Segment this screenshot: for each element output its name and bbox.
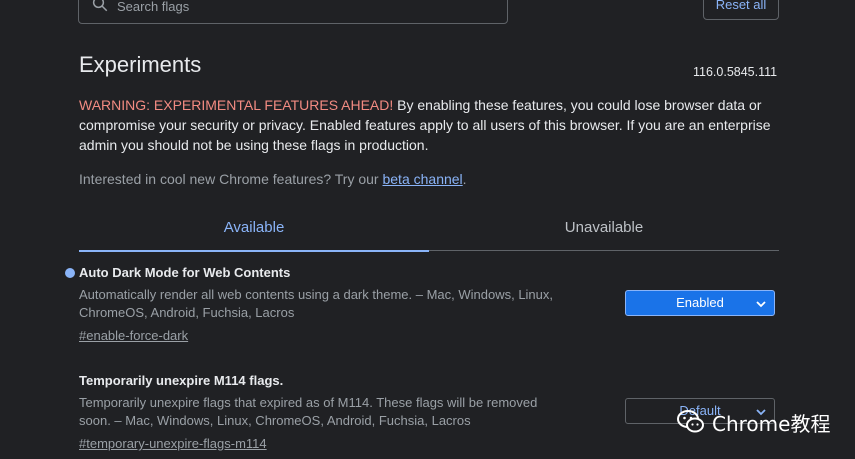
- beta-promo-suffix: .: [462, 171, 467, 187]
- experiment-description: Automatically render all web contents us…: [79, 287, 554, 320]
- select-value: Enabled: [676, 295, 724, 310]
- beta-promo-text: Interested in cool new Chrome features? …: [79, 171, 383, 187]
- version-label: 116.0.5845.111: [693, 65, 778, 79]
- search-icon: [92, 0, 108, 12]
- experiment-select[interactable]: Enabled: [625, 290, 775, 316]
- modified-indicator: [65, 268, 75, 278]
- tab-bar: Available Unavailable: [79, 205, 779, 252]
- reset-all-button[interactable]: Reset all: [703, 0, 779, 20]
- warning-prefix: WARNING: EXPERIMENTAL FEATURES AHEAD!: [79, 97, 394, 113]
- watermark: Chrome教程: [676, 402, 830, 442]
- search-placeholder: Search flags: [117, 0, 190, 14]
- experiment-name: Auto Dark Mode for Web Contents: [79, 265, 291, 280]
- beta-channel-link[interactable]: beta channel: [382, 171, 462, 187]
- experiment-name: Temporarily unexpire M114 flags.: [79, 373, 284, 388]
- experiment-hash-link[interactable]: #temporary-unexpire-flags-m114: [79, 436, 779, 451]
- flags-page: Search flags Reset all Experiments 116.0…: [0, 0, 855, 459]
- chevron-down-icon: [756, 301, 766, 308]
- tab-unavailable[interactable]: Unavailable: [429, 205, 779, 250]
- tab-available[interactable]: Available: [79, 205, 429, 252]
- watermark-text: Chrome教程: [712, 411, 831, 436]
- warning-message: WARNING: EXPERIMENTAL FEATURES AHEAD! By…: [79, 95, 779, 155]
- beta-promo: Interested in cool new Chrome features? …: [79, 171, 467, 187]
- page-title: Experiments: [79, 52, 202, 77]
- search-input[interactable]: Search flags: [78, 0, 508, 24]
- experiment-description: Temporarily unexpire flags that expired …: [79, 395, 538, 428]
- experiment-hash-link[interactable]: #enable-force-dark: [79, 328, 779, 343]
- wechat-logo-icon: [677, 410, 704, 433]
